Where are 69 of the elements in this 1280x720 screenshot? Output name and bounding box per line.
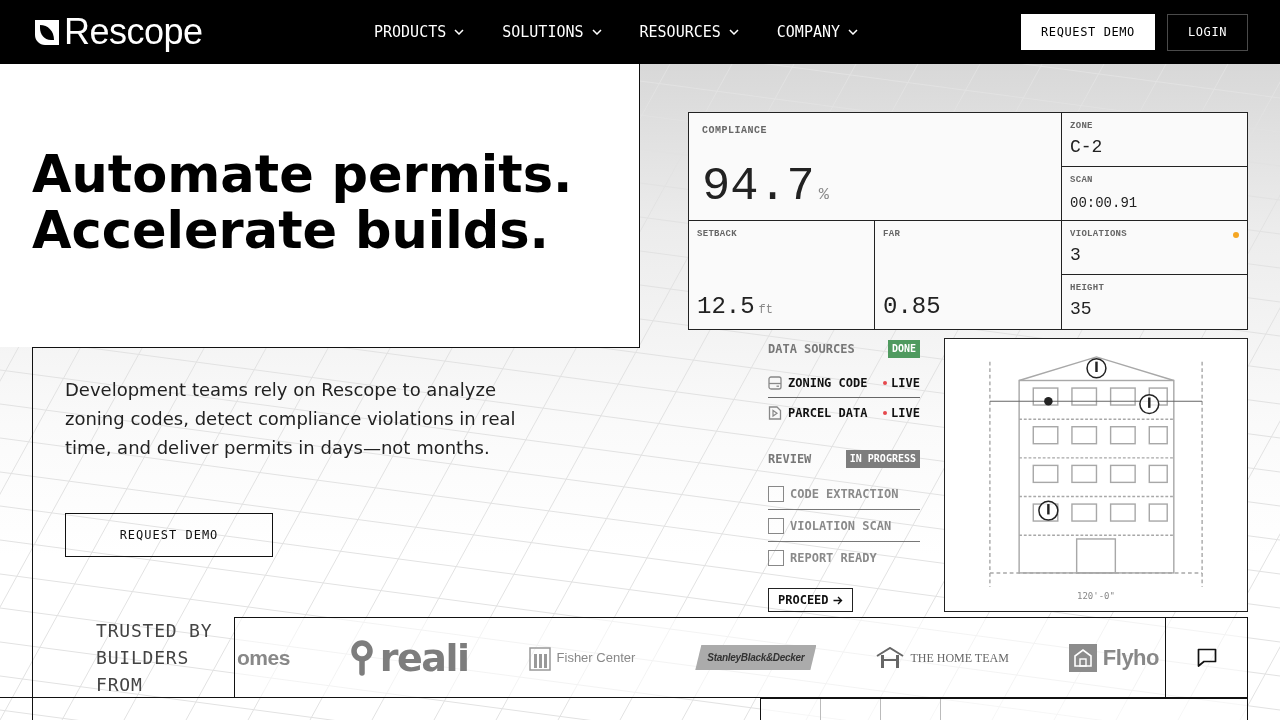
chevron-down-icon (728, 29, 739, 35)
metric-label: ZONE (1070, 121, 1094, 132)
metric-label: COMPLIANCE (702, 125, 768, 137)
status-dot-icon (883, 380, 888, 385)
menu-link[interactable]: SOLUTIONS (502, 24, 602, 40)
pin-icon (349, 639, 374, 676)
metric-value: 3 (1070, 246, 1081, 264)
unit-label: ft (758, 304, 773, 316)
demo-button[interactable]: REQUEST DEMO (65, 513, 273, 557)
partner-logo: StanleyBlack&Decker (695, 645, 817, 670)
metric-label: VIOLATIONS (1070, 229, 1127, 240)
metric-value: 0.85 (883, 295, 941, 319)
arrow-right-icon (832, 595, 843, 605)
chevron-down-icon (454, 29, 465, 35)
checklist-label: VIOLATION SCAN (790, 517, 892, 535)
status-label: LIVE (891, 405, 920, 422)
partner-logo: Fisher Center (556, 648, 636, 667)
dimension-label: 120'-0" (1077, 591, 1115, 602)
trusted-label: TRUSTED BY BUILDERS FROM (96, 619, 214, 697)
metric-value: 35 (1070, 300, 1092, 318)
brand-logo[interactable]: Rescope (34, 14, 208, 50)
file-icon (768, 406, 782, 420)
checklist-label: CODE EXTRACTION (790, 485, 899, 503)
metric-label: HEIGHT (1070, 283, 1106, 294)
metric-label: SETBACK (697, 229, 738, 240)
status-dot-icon (883, 411, 888, 415)
metric-value: C-2 (1070, 138, 1103, 156)
metric-value: 12.5 (697, 295, 755, 319)
status-badge: DONE (887, 340, 920, 358)
source-name: ZONING CODE (788, 374, 868, 392)
source-name: PARCEL DATA (788, 405, 868, 422)
menu-link[interactable]: PRODUCTS (374, 24, 465, 40)
chat-button[interactable] (1166, 617, 1248, 698)
status-badge: IN PROGRESS (845, 450, 920, 468)
partner-logo: omes (237, 644, 290, 671)
speech-bubble-icon (1196, 648, 1217, 667)
marker-icon (1139, 393, 1160, 415)
metric-label: SCAN (1070, 175, 1094, 186)
unit-label: % (818, 186, 830, 203)
demo-button[interactable]: REQUEST DEMO (1021, 14, 1155, 50)
checkbox[interactable] (768, 517, 784, 534)
columns-icon (528, 644, 551, 671)
section-title: DATA SOURCES (768, 341, 855, 358)
login-button[interactable]: LOGIN (1167, 13, 1248, 51)
partner-logo: reali (379, 638, 469, 677)
chevron-down-icon (848, 29, 859, 35)
chevron-down-icon (591, 29, 602, 35)
checkbox[interactable] (768, 550, 784, 566)
house-icon (876, 646, 905, 669)
checkbox[interactable] (768, 485, 784, 502)
proceed-button[interactable]: PROCEED (768, 588, 853, 612)
menu-link[interactable]: RESOURCES (639, 24, 739, 40)
partner-logo: THE HOME TEAM (910, 649, 1009, 667)
partner-logo: Flyho (1102, 644, 1159, 672)
metric-value: 00:00.91 (1070, 196, 1138, 210)
intro-paragraph: Development teams rely on Rescope to analyze zoning codes, detect compliance violations in real time, and deliver permits in days—not months. (65, 378, 517, 460)
drive-icon (768, 375, 782, 390)
logo-icon (34, 18, 60, 46)
headline: Accelerate builds. (32, 203, 549, 259)
point-icon (1044, 397, 1053, 406)
marker-icon (1086, 358, 1107, 379)
metric-value: 94.7 (702, 163, 815, 210)
marker-icon (1038, 500, 1059, 521)
metric-label: FAR (883, 229, 902, 240)
section-title: REVIEW (768, 451, 812, 468)
menu-link[interactable]: COMPANY (776, 24, 859, 40)
status-label: LIVE (891, 374, 920, 392)
checklist-label: REPORT READY (790, 550, 877, 567)
headline: Automate permits. (32, 147, 574, 203)
